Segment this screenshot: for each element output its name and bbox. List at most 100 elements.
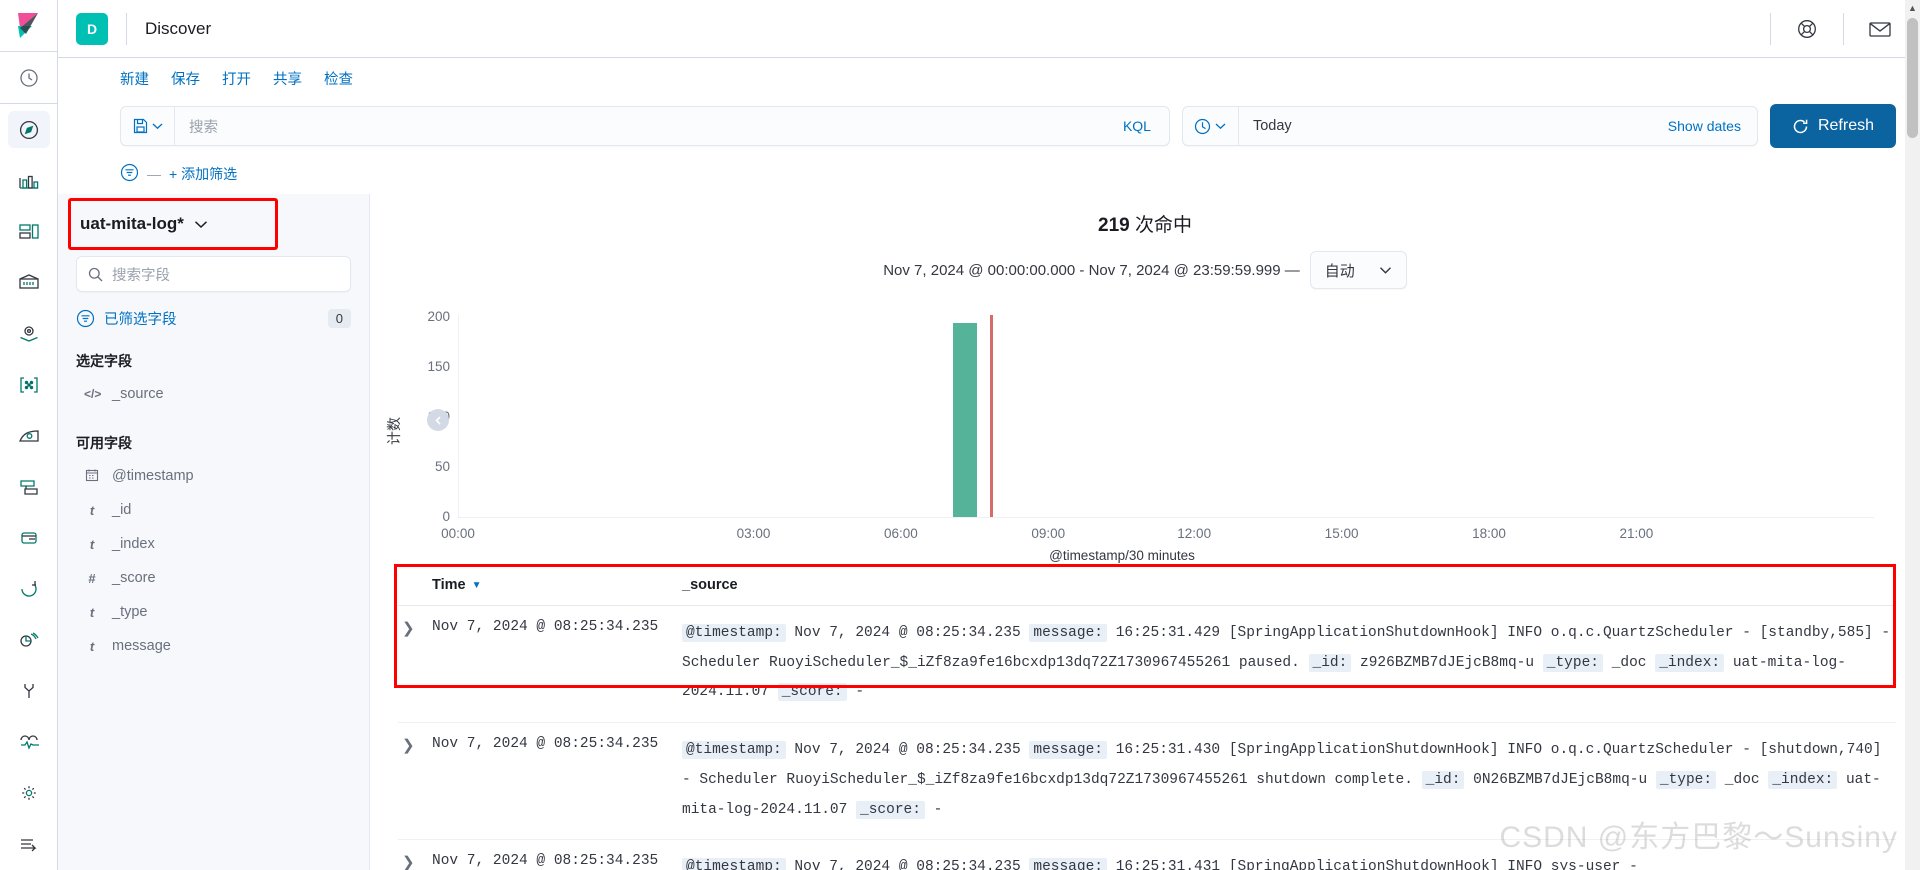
field-item-source[interactable]: </> _source — [76, 377, 351, 411]
field-key: _index: — [1768, 770, 1838, 789]
expand-row-button[interactable]: ❯ — [398, 737, 415, 754]
refresh-button[interactable]: Refresh — [1769, 104, 1896, 148]
field-item-type[interactable]: t _type — [76, 595, 351, 629]
time-col-label: Time — [432, 577, 466, 593]
filter-icon — [76, 309, 95, 328]
chevron-down-icon — [194, 220, 207, 228]
filter-bar: — + 添加筛选 — [58, 154, 1920, 194]
sidebar-item-canvas[interactable] — [8, 213, 50, 250]
filter-icon[interactable] — [120, 163, 139, 185]
field-item-index[interactable]: t _index — [76, 527, 351, 561]
field-name: _score — [112, 570, 156, 586]
filtered-fields-toggle[interactable]: 已筛选字段 0 — [76, 308, 351, 329]
field-item-id[interactable]: t _id — [76, 493, 351, 527]
sidebar-item-discover[interactable] — [7, 111, 50, 149]
sort-desc-icon[interactable]: ▼ — [472, 580, 482, 591]
table-row[interactable]: ❯ Nov 7, 2024 @ 08:25:34.235 @timestamp:… — [398, 722, 1896, 841]
sidebar-item-dashboard[interactable] — [8, 162, 50, 199]
x-tick: 21:00 — [1619, 526, 1654, 541]
table-row[interactable]: ❯ Nov 7, 2024 @ 08:25:34.235 @timestamp:… — [398, 839, 1896, 870]
sidebar-item-management[interactable] — [8, 775, 50, 812]
index-pattern-select[interactable]: uat-mita-log* — [76, 208, 351, 240]
field-key: @timestamp: — [682, 741, 786, 760]
histogram-bar[interactable] — [952, 323, 978, 517]
discover-main: 219 次命中 Nov 7, 2024 @ 00:00:00.000 - Nov… — [370, 194, 1920, 870]
interval-value: 自动 — [1324, 262, 1355, 280]
top-nav-new[interactable]: 新建 — [120, 68, 149, 89]
table-row[interactable]: ❯ Nov 7, 2024 @ 08:25:34.235 @timestamp:… — [398, 605, 1896, 724]
field-type-icon: t — [89, 536, 95, 552]
expand-cell: ❯ — [398, 722, 432, 841]
discover-top-nav: 新建 保存 打开 共享 检查 — [58, 58, 1920, 98]
field-key: @timestamp: — [682, 624, 786, 642]
date-picker: Today Show dates — [1181, 106, 1758, 146]
sidebar-item-uptime[interactable] — [8, 571, 50, 608]
selected-fields-title: 选定字段 — [76, 353, 132, 369]
field-value: - — [933, 801, 943, 818]
space-avatar[interactable]: D — [76, 12, 108, 45]
expand-row-button[interactable]: ❯ — [398, 854, 415, 870]
header-divider-2 — [1770, 12, 1771, 45]
field-search-input[interactable]: 搜索字段 — [76, 256, 351, 292]
x-tick: 09:00 — [1031, 526, 1066, 541]
top-nav-open[interactable]: 打开 — [222, 68, 251, 89]
x-tick: 18:00 — [1472, 526, 1506, 541]
interval-select[interactable]: 自动 — [1309, 251, 1407, 289]
search-input[interactable]: 搜索 — [175, 116, 1105, 137]
source-col-header[interactable]: _source — [682, 563, 1896, 606]
query-input-group: 搜索 KQL — [120, 106, 1170, 146]
source-cell: @timestamp: Nov 7, 2024 @ 08:25:34.235 m… — [682, 722, 1896, 841]
recently-viewed-icon[interactable] — [8, 59, 50, 96]
collapse-sidebar-button[interactable] — [427, 409, 449, 431]
sidebar-item-apm[interactable] — [8, 622, 50, 659]
date-range-value[interactable]: Today — [1239, 118, 1652, 134]
top-nav-save[interactable]: 保存 — [171, 68, 200, 89]
available-fields-title: 可用字段 — [76, 435, 132, 451]
add-filter-button[interactable]: + 添加筛选 — [169, 164, 237, 184]
sidebar-item-visualize[interactable] — [8, 264, 50, 301]
collapse-nav-icon[interactable] — [8, 826, 50, 863]
sidebar-item-maps[interactable] — [8, 315, 50, 352]
plot-area[interactable] — [458, 315, 1874, 518]
sidebar-item-logs[interactable] — [8, 520, 50, 557]
y-tick: 50 — [434, 459, 450, 474]
doc-table-wrapper: Time ▼ _source ❯ Nov 7, 2024 @ 08:25:34.2… — [370, 563, 1920, 870]
filter-dash: — — [147, 166, 161, 182]
mail-icon[interactable] — [1866, 15, 1894, 43]
sidebar-item-dev-tools[interactable] — [8, 673, 50, 710]
field-item-message[interactable]: t message — [76, 629, 351, 663]
field-item-timestamp[interactable]: @timestamp — [76, 459, 351, 493]
field-value: z926BZMB7dJEjcB8mq-u — [1360, 654, 1535, 671]
sidebar-item-infrastructure[interactable] — [8, 468, 50, 505]
sidebar-item-machine-learning[interactable] — [8, 366, 50, 403]
field-key: _score: — [856, 800, 925, 819]
expand-row-button[interactable]: ❯ — [398, 620, 415, 637]
header-actions — [1748, 12, 1920, 45]
help-icon[interactable] — [1793, 15, 1821, 43]
field-value: 16:25:31.431 [SpringApplicationShutdownH… — [1115, 859, 1638, 870]
sidebar-item-monitoring[interactable] — [8, 724, 50, 761]
field-value: Nov 7, 2024 @ 08:25:34.235 — [794, 859, 1021, 870]
field-key: message: — [1029, 858, 1107, 870]
time-range-text: Nov 7, 2024 @ 00:00:00.000 - Nov 7, 2024… — [883, 261, 1300, 279]
x-tick: 12:00 — [1177, 526, 1212, 541]
source-cell: @timestamp: Nov 7, 2024 @ 08:25:34.235 m… — [682, 839, 1896, 870]
page-scrollbar[interactable]: ▲ — [1905, 0, 1920, 870]
scroll-up-arrow[interactable]: ▲ — [1905, 0, 1920, 16]
field-type-icon: </> — [84, 387, 102, 401]
top-nav-inspect[interactable]: 检查 — [324, 68, 353, 89]
saved-query-button[interactable] — [121, 107, 175, 145]
field-item-score[interactable]: # _score — [76, 561, 351, 595]
query-language-button[interactable]: KQL — [1105, 118, 1169, 134]
time-col-header[interactable]: Time ▼ — [432, 563, 682, 606]
sidebar-item-graph[interactable] — [8, 417, 50, 454]
main-column: D Discover 新建 保存 打开 共享 检查 搜索 KQL Today S… — [58, 0, 1920, 870]
kibana-logo[interactable] — [0, 0, 57, 51]
chevron-left-icon — [434, 415, 441, 425]
clock-icon[interactable] — [1183, 107, 1239, 145]
show-dates-button[interactable]: Show dates — [1652, 118, 1757, 134]
top-nav-share[interactable]: 共享 — [273, 68, 302, 89]
filtered-fields-label: 已筛选字段 — [104, 312, 177, 328]
header-divider-3 — [1843, 12, 1844, 45]
scrollbar-thumb[interactable] — [1907, 18, 1918, 138]
